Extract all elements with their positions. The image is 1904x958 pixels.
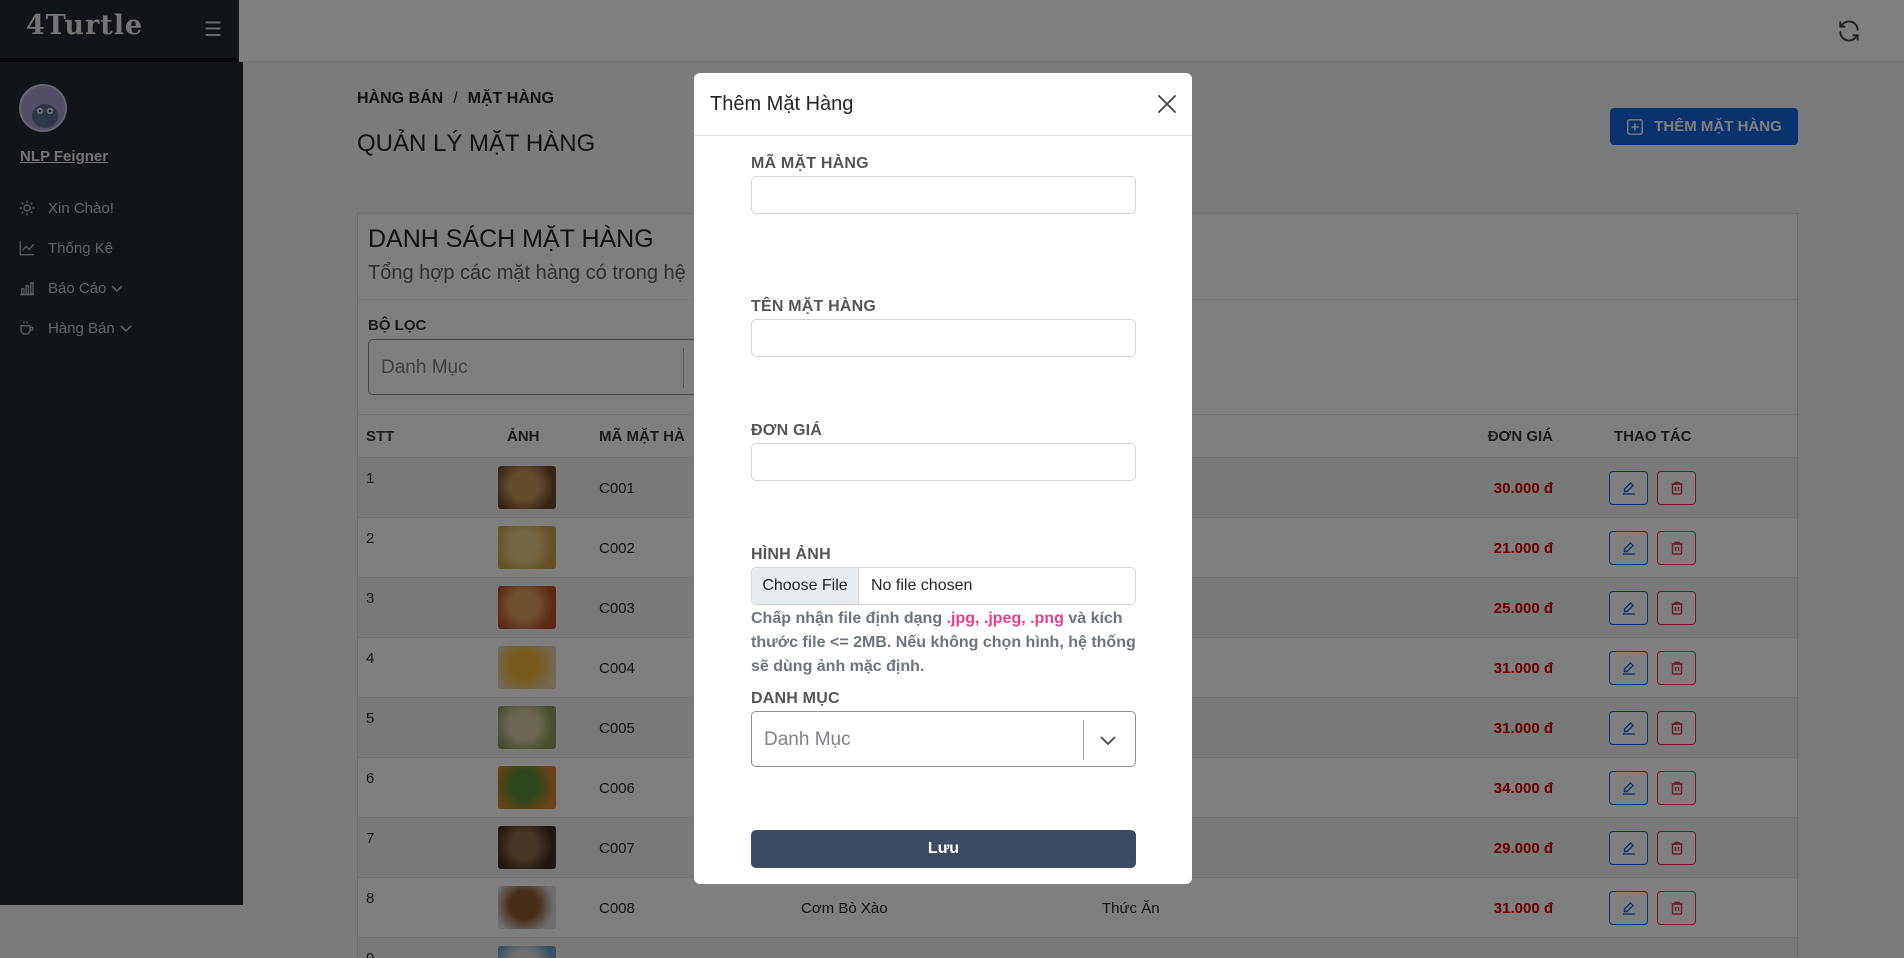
file-status: No file chosen (871, 577, 973, 594)
price-input[interactable] (751, 443, 1136, 481)
select-separator (1083, 720, 1084, 760)
code-label: MÃ MẶT HÀNG (751, 155, 869, 172)
modal-title: Thêm Mặt Hàng (710, 93, 854, 115)
price-label: ĐƠN GIÁ (751, 422, 823, 439)
chevron-down-icon[interactable] (1098, 730, 1118, 750)
name-label: TÊN MẶT HÀNG (751, 298, 877, 315)
category-select[interactable]: Danh Mục (751, 711, 1136, 767)
add-item-modal: Thêm Mặt Hàng MÃ MẶT HÀNG TÊN MẶT HÀNG Đ… (694, 73, 1192, 884)
close-icon[interactable] (1156, 93, 1178, 115)
image-help-text: Chấp nhận file định dạng .jpg, .jpeg, .p… (751, 607, 1136, 679)
modal-header: Thêm Mặt Hàng (694, 73, 1192, 136)
code-input[interactable] (751, 176, 1136, 214)
name-input[interactable] (751, 319, 1136, 357)
category-label: DANH MỤC (751, 690, 840, 707)
help-text-extensions: .jpg, .jpeg, .png (946, 610, 1064, 627)
save-button[interactable]: Lưu (751, 830, 1136, 868)
image-label: HÌNH ẢNH (751, 546, 831, 563)
choose-file-button[interactable]: Choose File (752, 568, 859, 604)
image-file-input[interactable]: Choose File No file chosen (751, 567, 1136, 605)
category-placeholder: Danh Mục (764, 729, 851, 750)
help-text-before: Chấp nhận file định dạng (751, 610, 947, 627)
